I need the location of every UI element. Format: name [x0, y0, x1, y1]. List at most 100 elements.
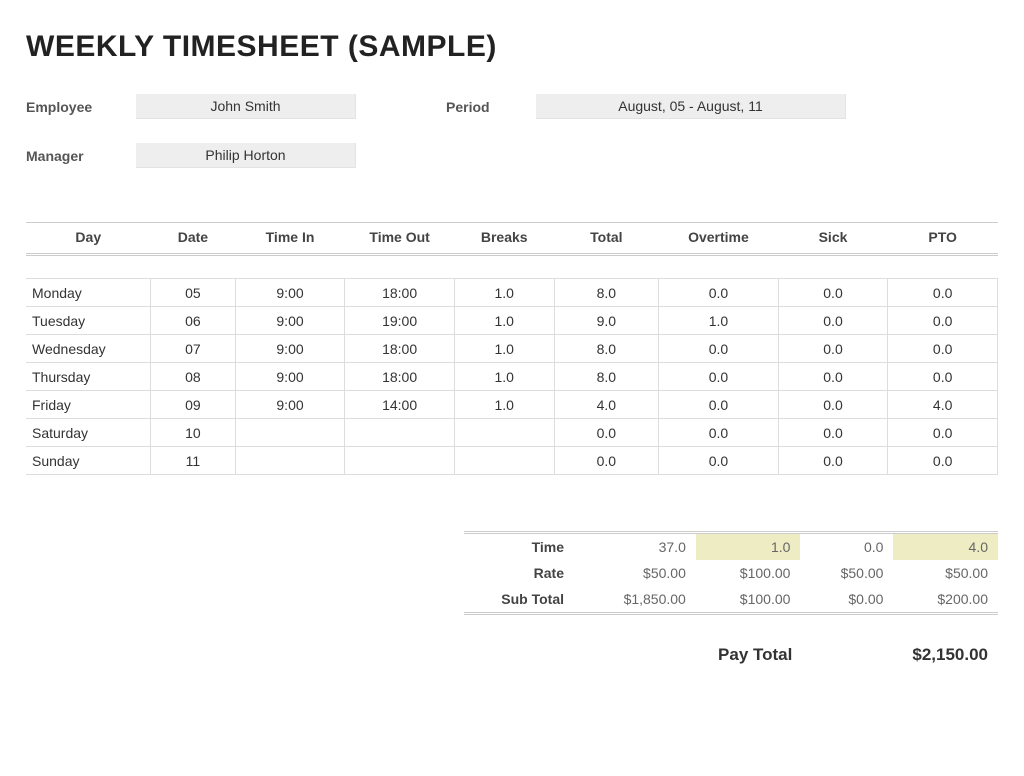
- cell-pto: 0.0: [888, 335, 998, 363]
- col-sick: Sick: [778, 223, 888, 255]
- cell-sick: 0.0: [778, 307, 888, 335]
- cell-total: 8.0: [554, 335, 659, 363]
- cell-overtime: 0.0: [659, 447, 779, 475]
- cell-overtime: 0.0: [659, 335, 779, 363]
- cell-date: 06: [151, 307, 236, 335]
- col-date: Date: [151, 223, 236, 255]
- cell-date: 10: [151, 419, 236, 447]
- summary-time-sick: 0.0: [800, 533, 893, 561]
- summary-rate-sick: $50.00: [800, 560, 893, 586]
- cell-time-in[interactable]: 9:00: [235, 391, 345, 419]
- cell-sick: 0.0: [778, 363, 888, 391]
- cell-pto: 0.0: [888, 279, 998, 307]
- summary-rate-label: Rate: [464, 560, 574, 586]
- cell-sick: 0.0: [778, 447, 888, 475]
- cell-pto: 0.0: [888, 363, 998, 391]
- cell-overtime: 1.0: [659, 307, 779, 335]
- cell-day: Sunday: [26, 447, 151, 475]
- cell-day: Thursday: [26, 363, 151, 391]
- cell-day: Wednesday: [26, 335, 151, 363]
- cell-date: 07: [151, 335, 236, 363]
- cell-time-out[interactable]: 18:00: [345, 363, 455, 391]
- cell-total: 0.0: [554, 419, 659, 447]
- col-pto: PTO: [888, 223, 998, 255]
- cell-breaks[interactable]: 1.0: [454, 335, 554, 363]
- summary-subtotal-sick: $0.00: [800, 586, 893, 614]
- cell-day: Tuesday: [26, 307, 151, 335]
- cell-overtime: 0.0: [659, 419, 779, 447]
- cell-date: 09: [151, 391, 236, 419]
- cell-date: 05: [151, 279, 236, 307]
- col-time-in: Time In: [235, 223, 345, 255]
- cell-total: 9.0: [554, 307, 659, 335]
- summary-subtotal-ot: $100.00: [696, 586, 801, 614]
- cell-total: 4.0: [554, 391, 659, 419]
- table-row: Tuesday069:0019:001.09.01.00.00.0: [26, 307, 998, 335]
- table-row: Thursday089:0018:001.08.00.00.00.0: [26, 363, 998, 391]
- summary-subtotal-total: $1,850.00: [574, 586, 696, 614]
- cell-time-out[interactable]: 14:00: [345, 391, 455, 419]
- cell-total: 0.0: [554, 447, 659, 475]
- cell-time-in[interactable]: 9:00: [235, 307, 345, 335]
- table-row: Saturday100.00.00.00.0: [26, 419, 998, 447]
- cell-overtime: 0.0: [659, 279, 779, 307]
- cell-breaks[interactable]: 1.0: [454, 363, 554, 391]
- col-time-out: Time Out: [345, 223, 455, 255]
- cell-day: Saturday: [26, 419, 151, 447]
- manager-value[interactable]: Philip Horton: [136, 143, 356, 168]
- cell-time-out[interactable]: 18:00: [345, 335, 455, 363]
- cell-overtime: 0.0: [659, 363, 779, 391]
- manager-label: Manager: [26, 148, 136, 164]
- summary-rate-ot: $100.00: [696, 560, 801, 586]
- period-value[interactable]: August, 05 - August, 11: [536, 94, 846, 119]
- table-row: Friday099:0014:001.04.00.00.04.0: [26, 391, 998, 419]
- cell-time-out[interactable]: 19:00: [345, 307, 455, 335]
- cell-overtime: 0.0: [659, 391, 779, 419]
- table-row: Sunday110.00.00.00.0: [26, 447, 998, 475]
- col-overtime: Overtime: [659, 223, 779, 255]
- pay-total-value: $2,150.00: [912, 645, 988, 665]
- cell-pto: 0.0: [888, 307, 998, 335]
- cell-time-out[interactable]: [345, 419, 455, 447]
- cell-time-in[interactable]: 9:00: [235, 279, 345, 307]
- employee-value[interactable]: John Smith: [136, 94, 356, 119]
- cell-total: 8.0: [554, 279, 659, 307]
- header-fields: Employee John Smith Period August, 05 - …: [26, 94, 998, 168]
- table-row: Monday059:0018:001.08.00.00.00.0: [26, 279, 998, 307]
- table-header-row: Day Date Time In Time Out Breaks Total O…: [26, 223, 998, 255]
- cell-time-in[interactable]: 9:00: [235, 363, 345, 391]
- cell-day: Friday: [26, 391, 151, 419]
- summary-time-total: 37.0: [574, 533, 696, 561]
- cell-time-out[interactable]: [345, 447, 455, 475]
- summary-time-ot: 1.0: [696, 533, 801, 561]
- summary-subtotal-label: Sub Total: [464, 586, 574, 614]
- summary-subtotal-pto: $200.00: [893, 586, 998, 614]
- timesheet-table: Day Date Time In Time Out Breaks Total O…: [26, 222, 998, 475]
- cell-sick: 0.0: [778, 419, 888, 447]
- summary-time-label: Time: [464, 533, 574, 561]
- cell-time-in[interactable]: 9:00: [235, 335, 345, 363]
- cell-breaks[interactable]: 1.0: [454, 279, 554, 307]
- col-day: Day: [26, 223, 151, 255]
- cell-date: 11: [151, 447, 236, 475]
- cell-time-out[interactable]: 18:00: [345, 279, 455, 307]
- cell-pto: 0.0: [888, 447, 998, 475]
- cell-time-in[interactable]: [235, 419, 345, 447]
- cell-time-in[interactable]: [235, 447, 345, 475]
- cell-pto: 4.0: [888, 391, 998, 419]
- cell-breaks[interactable]: [454, 447, 554, 475]
- cell-day: Monday: [26, 279, 151, 307]
- cell-date: 08: [151, 363, 236, 391]
- col-total: Total: [554, 223, 659, 255]
- employee-label: Employee: [26, 99, 136, 115]
- cell-total: 8.0: [554, 363, 659, 391]
- cell-breaks[interactable]: 1.0: [454, 307, 554, 335]
- cell-sick: 0.0: [778, 391, 888, 419]
- summary-time-pto: 4.0: [893, 533, 998, 561]
- period-label: Period: [446, 99, 536, 115]
- table-row: Wednesday079:0018:001.08.00.00.00.0: [26, 335, 998, 363]
- cell-breaks[interactable]: 1.0: [454, 391, 554, 419]
- summary-rate-total: $50.00: [574, 560, 696, 586]
- summary-rate-pto: $50.00: [893, 560, 998, 586]
- cell-breaks[interactable]: [454, 419, 554, 447]
